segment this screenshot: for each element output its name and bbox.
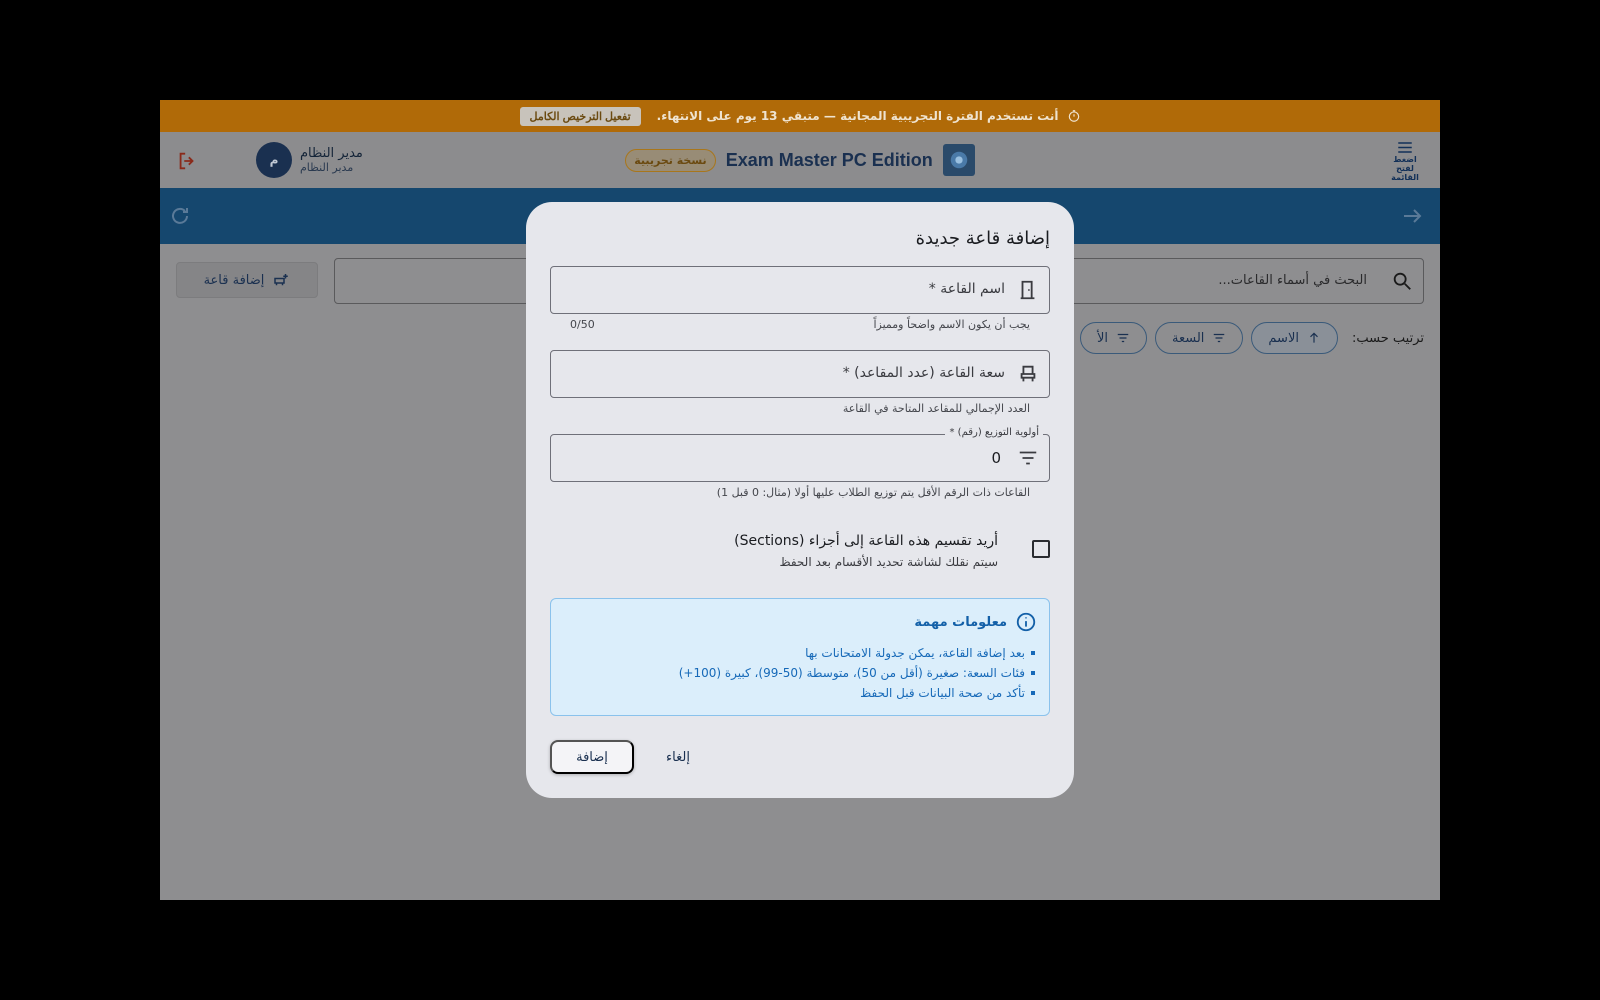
menu-button[interactable]: اضغط لفتح القائمة [1380,140,1430,182]
priority-value: 0 [991,449,1001,467]
seat-icon [1020,365,1036,382]
user-name: مدير النظام [300,146,363,161]
add-room-icon [274,274,289,286]
sort-row: ترتيب حسب: الاسم السعة الأ [1079,322,1424,354]
search-placeholder: البحث في أسماء القاعات... [1218,273,1367,288]
search-icon [1393,272,1411,290]
trial-message-text: أنت تستخدم الفترة التجريبية المجانية — م… [656,109,1059,123]
info-header: معلومات مهمة [914,611,1037,633]
room-name-field[interactable]: اسم القاعة * [550,266,1050,314]
app-logo [942,144,975,176]
cancel-button[interactable]: إلغاء [646,740,710,774]
sections-title: أريد تقسيم هذه القاعة إلى أجزاء (Section… [734,533,998,549]
add-room-dialog: إضافة قاعة جديدة اسم القاعة * يجب أن يكو… [526,202,1074,798]
sort-label: ترتيب حسب: [1351,330,1424,346]
info-item: فئات السعة: صغيرة (أقل من 50)، متوسطة (5… [679,663,1035,683]
logout-icon[interactable] [176,150,198,172]
trial-banner: أنت تستخدم الفترة التجريبية المجانية — م… [160,100,1440,132]
info-icon [1016,612,1036,632]
add-button[interactable]: إضافة [550,740,634,774]
arrow-forward-icon[interactable] [1400,204,1424,228]
priority-label: أولوية التوزيع (رقم) * [945,427,1043,438]
hamburger-icon [1398,142,1412,153]
add-room-button[interactable]: إضافة قاعة [176,262,318,298]
room-name-helper: يجب أن يكون الاسم واضحاً ومميزاً [873,318,1030,331]
user-role: مدير النظام [300,161,354,174]
sort-chip-priority[interactable]: الأ [1079,322,1147,354]
sort-icon [1117,333,1129,343]
trial-message: أنت تستخدم الفترة التجريبية المجانية — م… [657,109,1081,123]
timer-icon [1068,110,1079,122]
info-item: بعد إضافة القاعة، يمكن جدولة الامتحانات … [679,643,1035,663]
info-list: بعد إضافة القاعة، يمكن جدولة الامتحانات … [679,643,1035,703]
trial-badge: نسخة تجريبية [625,148,716,172]
dialog-title: إضافة قاعة جديدة [915,228,1050,249]
capacity-label: سعة القاعة (عدد المقاعد) * [842,365,1005,381]
sections-subtitle: سيتم نقلك لشاشة تحديد الأقسام بعد الحفظ [779,555,998,569]
sort-chip-label: الأ [1096,330,1108,346]
room-name-label: اسم القاعة * [928,281,1005,297]
user-info[interactable]: م مدير النظام مدير النظام [256,142,363,178]
info-box: معلومات مهمة بعد إضافة القاعة، يمكن جدول… [550,598,1050,716]
activate-license-button[interactable]: تفعيل الترخيص الكامل [519,106,641,126]
app-title: Exam Master PC Edition [725,149,933,170]
info-item: تأكد من صحة البيانات قبل الحفظ [679,683,1035,703]
brand: نسخة تجريبية Exam Master PC Edition [620,142,980,178]
sections-checkbox[interactable] [1032,540,1050,558]
sort-chip-label: السعة [1171,330,1205,346]
refresh-icon[interactable] [168,204,192,228]
app-header: اضغط لفتح القائمة نسخة تجريبية Exam Mast… [160,132,1440,188]
sort-chip-label: الاسم [1268,330,1299,346]
sort-icon [1214,333,1225,343]
sort-chip-capacity[interactable]: السعة [1154,322,1244,354]
capacity-field[interactable]: سعة القاعة (عدد المقاعد) * [550,350,1050,398]
sort-icon [1019,451,1037,465]
door-icon [1020,280,1035,300]
priority-helper: القاعات ذات الرقم الأقل يتم توزيع الطلاب… [716,486,1030,499]
info-title: معلومات مهمة [914,614,1007,630]
avatar: م [256,142,292,178]
add-room-label: إضافة قاعة [203,272,265,288]
sort-chip-name[interactable]: الاسم [1251,322,1338,354]
room-name-counter: 0/50 [570,318,595,331]
arrow-up-icon [1310,332,1318,343]
capacity-helper: العدد الإجمالي للمقاعد المتاحة في القاعة [842,402,1030,415]
menu-button-label: اضغط لفتح القائمة [1391,155,1419,182]
priority-field[interactable]: أولوية التوزيع (رقم) * 0 [550,427,1050,482]
